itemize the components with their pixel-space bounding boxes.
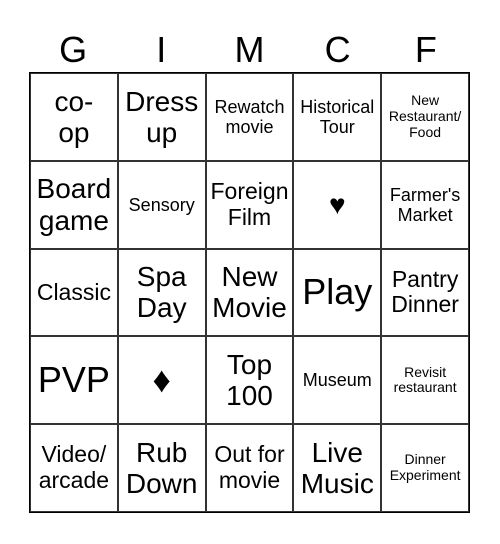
bingo-cell[interactable]: co- op bbox=[30, 73, 118, 161]
bingo-cell[interactable]: Rewatch movie bbox=[205, 73, 294, 161]
header-letter: G bbox=[59, 29, 88, 70]
bingo-cell[interactable]: ♥ bbox=[293, 160, 382, 249]
header-letter: I bbox=[156, 29, 167, 70]
bingo-cell[interactable]: Video/ arcade bbox=[30, 424, 118, 512]
bingo-cell[interactable]: New Movie bbox=[205, 248, 294, 337]
bingo-cell[interactable]: Foreign Film bbox=[205, 160, 294, 249]
bingo-cell[interactable]: ♦ bbox=[117, 336, 206, 425]
bingo-cell[interactable]: Rub Down bbox=[117, 424, 206, 512]
header-letter: M bbox=[234, 29, 265, 70]
bingo-cell[interactable]: PVP bbox=[30, 336, 118, 425]
bingo-cell[interactable]: Dress up bbox=[117, 73, 206, 161]
header-letter: C bbox=[324, 29, 351, 70]
bingo-cell[interactable]: Dinner Experiment bbox=[381, 424, 469, 512]
bingo-grid: co- op Dress up Rewatch movie Historical To… bbox=[29, 72, 470, 513]
bingo-cell[interactable]: Top 100 bbox=[205, 336, 294, 425]
bingo-cell[interactable]: New Restaurant/ Food bbox=[381, 73, 469, 161]
bingo-header: G I M C F bbox=[29, 26, 470, 74]
header-letter: F bbox=[414, 29, 437, 70]
bingo-cell[interactable]: Museum bbox=[293, 336, 382, 425]
bingo-cell[interactable]: Spa Day bbox=[117, 248, 206, 337]
bingo-cell[interactable]: Classic bbox=[30, 248, 118, 337]
bingo-cell[interactable]: Live Music bbox=[293, 424, 382, 512]
bingo-cell[interactable]: Pantry Dinner bbox=[381, 248, 469, 337]
bingo-cell[interactable]: Out for movie bbox=[205, 424, 294, 512]
bingo-cell[interactable]: Play bbox=[293, 248, 382, 337]
bingo-cell[interactable]: Board game bbox=[30, 160, 118, 249]
bingo-cell[interactable]: Farmer's Market bbox=[381, 160, 469, 249]
bingo-cell[interactable]: Historical Tour bbox=[293, 73, 382, 161]
bingo-cell[interactable]: Revisit restaurant bbox=[381, 336, 469, 425]
bingo-cell[interactable]: Sensory bbox=[117, 160, 206, 249]
